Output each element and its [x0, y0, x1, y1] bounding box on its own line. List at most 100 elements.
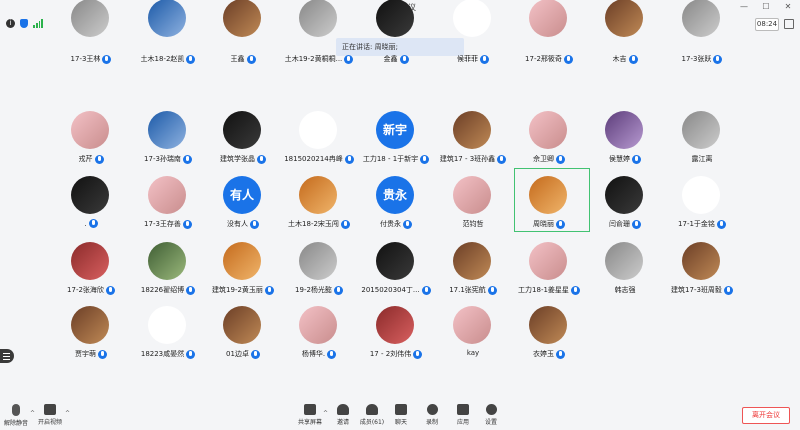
- participant-tile[interactable]: 闫俞珊: [586, 168, 664, 230]
- participant-name: 2015020304丁...: [361, 286, 420, 294]
- participant-tile[interactable]: 建筑19-2黄玉丽: [204, 234, 282, 296]
- avatar: [148, 306, 186, 344]
- participant-tile[interactable]: 侯慧婷: [586, 103, 664, 165]
- participant-tile[interactable]: 建筑学张晶: [204, 103, 282, 165]
- participant-name: 没有人: [227, 220, 248, 228]
- mic-icon: [570, 285, 580, 295]
- start-video-button[interactable]: 开启视频: [34, 404, 66, 426]
- avatar: [223, 0, 261, 37]
- participant-tile[interactable]: 有人 没有人: [204, 168, 282, 230]
- participant-name: 17-3孙瑞南: [144, 155, 181, 163]
- avatar: [605, 242, 643, 280]
- participant-name: 17-2邢筱奇: [525, 55, 562, 63]
- participant-name: 佘卫卿: [533, 155, 554, 163]
- mic-icon: [186, 349, 196, 359]
- participant-tile[interactable]: 17-1于金铭: [663, 168, 741, 230]
- avatar: [71, 0, 109, 37]
- participant-tile[interactable]: 木吉: [586, 0, 664, 87]
- participant-tile[interactable]: 范钧哲: [434, 168, 512, 230]
- participant-tile[interactable]: 戎芹: [52, 103, 130, 165]
- video-options-caret[interactable]: ^: [65, 410, 70, 417]
- participant-tile[interactable]: 建筑17 - 3班孙鑫: [434, 103, 512, 165]
- settings-button[interactable]: 设置: [475, 404, 507, 426]
- share-screen-icon: [304, 404, 316, 415]
- avatar: [605, 176, 643, 214]
- mic-icon: [94, 154, 104, 164]
- participant-tile[interactable]: 17-2邢筱奇: [510, 0, 588, 87]
- mic-icon: [102, 54, 112, 64]
- invite-button[interactable]: 邀请: [327, 404, 359, 426]
- participant-tile[interactable]: 露江离: [663, 103, 741, 165]
- participant-tile[interactable]: 18223咸晏然: [129, 298, 207, 360]
- participant-tile[interactable]: 王鑫: [204, 0, 282, 87]
- participant-tile[interactable]: 17-3王林: [52, 0, 130, 87]
- participant-tile[interactable]: 工力18-1姜星星: [510, 234, 588, 296]
- participant-tile[interactable]: 17-3王存善: [129, 168, 207, 230]
- chat-button[interactable]: 聊天: [385, 404, 417, 426]
- participant-name: 王鑫: [230, 55, 245, 63]
- participant-tile[interactable]: 17-2张海欣: [52, 234, 130, 296]
- avatar: [682, 0, 720, 37]
- participant-tile[interactable]: 贵永 付贵永: [357, 168, 435, 230]
- participant-tile[interactable]: 金鑫: [357, 0, 435, 87]
- participant-tile[interactable]: 18226翟绍博: [129, 234, 207, 296]
- avatar: [529, 306, 567, 344]
- participant-tile[interactable]: 17 - 2刘伟伟: [357, 298, 435, 360]
- participant-grid: 17-3王林 土木18-2赵凯 王鑫 土木19-2黄桐桐... 金鑫 候菲菲 17-2邢筱奇…: [0, 0, 800, 430]
- mic-icon: [420, 154, 430, 164]
- share-screen-button[interactable]: 共享屏幕: [294, 404, 326, 426]
- participant-name: 衣婷玉: [533, 350, 554, 358]
- mic-icon: [399, 54, 409, 64]
- participant-tile[interactable]: 17-3张跃: [663, 0, 741, 87]
- avatar: [529, 242, 567, 280]
- side-menu-toggle[interactable]: [0, 349, 14, 363]
- avatar: [376, 0, 414, 37]
- mic-icon: [344, 154, 354, 164]
- mic-icon: [333, 285, 343, 295]
- participant-name-row: 候菲菲: [434, 54, 512, 64]
- mic-icon: [327, 349, 337, 359]
- avatar: [376, 242, 414, 280]
- participant-tile[interactable]: 韩志强: [586, 234, 664, 296]
- members-button[interactable]: 成员(61): [356, 404, 388, 426]
- participant-name-row: kay: [434, 349, 512, 357]
- participant-name-row: 建筑17-3班周毅: [663, 285, 741, 295]
- mic-icon: [344, 54, 354, 64]
- participant-tile[interactable]: 建筑17-3班周毅: [663, 234, 741, 296]
- participant-name: 18226翟绍博: [140, 286, 185, 294]
- avatar: [71, 306, 109, 344]
- participant-name-row: 范钧哲: [434, 219, 512, 229]
- avatar: [682, 176, 720, 214]
- participant-tile[interactable]: 杨博华.: [280, 298, 358, 360]
- participant-name: 侯慧婷: [609, 155, 630, 163]
- participant-tile[interactable]: 贾宇萌: [52, 298, 130, 360]
- unmute-button[interactable]: 解除静音: [0, 404, 32, 427]
- mic-icon: [487, 285, 497, 295]
- avatar: [148, 0, 186, 37]
- participant-tile[interactable]: 01边卓: [204, 298, 282, 360]
- participant-tile[interactable]: 17.1张宪航: [434, 234, 512, 296]
- participant-tile[interactable]: 2015020304丁...: [357, 234, 435, 296]
- participant-name-row: 17-2张海欣: [52, 285, 130, 295]
- avatar: [453, 242, 491, 280]
- avatar: [223, 306, 261, 344]
- participant-name-row: 19-2杨光懿: [280, 285, 358, 295]
- participant-name-row: 金鑫: [357, 54, 435, 64]
- leave-meeting-button[interactable]: 离开会议: [742, 407, 790, 424]
- participant-tile[interactable]: 新宇 工力18 - 1于新宇: [357, 103, 435, 165]
- participant-tile[interactable]: 土木19-2黄桐桐...: [280, 0, 358, 87]
- participant-tile[interactable]: .: [52, 168, 130, 230]
- participant-tile[interactable]: 1815020214冉峰: [280, 103, 358, 165]
- invite-label: 邀请: [336, 419, 349, 426]
- participant-tile[interactable]: 佘卫卿: [510, 103, 588, 165]
- mic-icon: [497, 154, 507, 164]
- participant-tile[interactable]: 土木18-2宋玉闯: [280, 168, 358, 230]
- participant-tile[interactable]: 候菲菲: [434, 0, 512, 87]
- participant-tile[interactable]: kay: [434, 298, 512, 360]
- participant-tile[interactable]: 衣婷玉: [510, 298, 588, 360]
- participant-name: 杨博华.: [301, 350, 326, 358]
- participant-tile[interactable]: 土木18-2赵凯: [129, 0, 207, 87]
- participant-tile[interactable]: 19-2杨光懿: [280, 234, 358, 296]
- participant-tile[interactable]: 17-3孙瑞南: [129, 103, 207, 165]
- record-button[interactable]: 录制: [416, 404, 448, 426]
